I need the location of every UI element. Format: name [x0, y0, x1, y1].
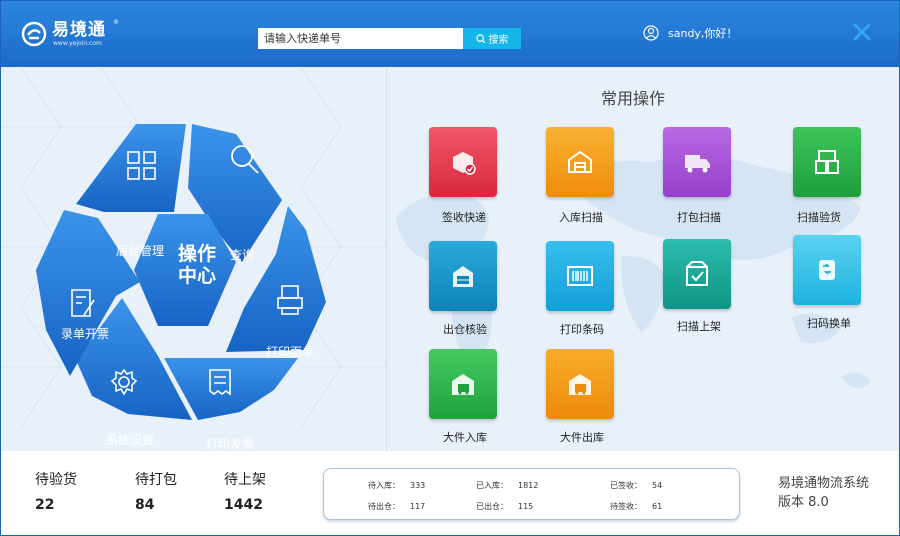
summary-label: 待签收：: [610, 502, 642, 511]
search-button-label: 搜索: [488, 35, 509, 46]
tile-large-inbound-label: 大件入库: [443, 431, 487, 444]
shelf-check-icon: [686, 261, 708, 286]
warehouse-icon: [568, 150, 592, 173]
segment-system-settings-label: 系统设置: [106, 433, 155, 447]
summary-panel: 待入库： 333 已入库： 1812 已签收： 54 待出仓： 117 已出仓： 115 …: [323, 468, 740, 520]
summary-item: 已签收： 54: [610, 480, 662, 491]
logo-mark-icon: [21, 21, 47, 47]
large-inbound-icon: [452, 374, 474, 395]
tile-inbound-scan[interactable]: 入库扫描: [546, 127, 616, 224]
summary-label: 已出仓：: [476, 502, 508, 511]
summary-value: 117: [410, 502, 426, 511]
logo: 易境通 ® www.yejoin.com: [21, 19, 131, 49]
system-version: 版本 8.0: [778, 495, 829, 510]
tile-sign-parcel[interactable]: 签收快递: [429, 127, 499, 224]
summary-value: 54: [652, 481, 663, 490]
center-label-line-2: 中心: [177, 265, 216, 287]
summary-label: 待入库：: [368, 481, 400, 490]
tile-large-inbound[interactable]: 大件入库: [429, 349, 499, 444]
scan-swap-icon: [819, 260, 835, 280]
summary-value: 115: [518, 502, 534, 511]
stat-label: 待验货: [35, 472, 77, 488]
summary-item: 已入库： 1812: [476, 480, 538, 491]
tile-inspect-scan-label: 扫描验货: [797, 211, 841, 224]
logo-url: www.yejoin.com: [53, 40, 102, 47]
operation-center-title: 操作 中心: [171, 243, 223, 287]
status-bar: 待验货 22 待打包 84 待上架 1442 待入库： 333 已入库： 1812 …: [1, 451, 899, 535]
inspect-boxes-icon: [815, 150, 839, 174]
tile-scan-swap-label: 扫码换单: [807, 317, 851, 330]
system-name: 易境通物流系统: [778, 476, 870, 491]
main-panel: 后台管理 查询 打印面单 打印发票 系统设置 录单开票 操作 中心 常用操作 签…: [1, 67, 899, 451]
summary-label: 已签收：: [610, 481, 642, 490]
stat-value: 1442: [224, 497, 263, 513]
panel-divider: [386, 67, 387, 451]
tile-shelf-scan[interactable]: 扫描上架: [663, 239, 733, 333]
stat-label: 待上架: [224, 472, 266, 488]
tile-shelf-scan-label: 扫描上架: [677, 320, 721, 333]
stat-pending-pack: 待打包 84: [135, 469, 177, 513]
summary-label: 已入库：: [476, 481, 508, 490]
tile-sign-parcel-label: 签收快递: [442, 211, 486, 224]
segment-admin-label: 后台管理: [116, 244, 165, 258]
summary-item: 待出仓： 117: [368, 501, 425, 512]
summary-label: 待出仓：: [368, 502, 400, 511]
tile-print-barcode[interactable]: 打印条码: [546, 241, 616, 336]
tile-inspect-scan[interactable]: 扫描验货: [793, 127, 863, 224]
summary-item: 待签收： 61: [610, 501, 662, 512]
tile-inbound-scan-label: 入库扫描: [559, 211, 603, 224]
segment-print-invoice-label: 打印发票: [206, 437, 255, 451]
tile-pack-scan[interactable]: 打包扫描: [663, 127, 733, 224]
user-avatar-icon: [643, 25, 659, 41]
operation-center: 后台管理 查询 打印面单 打印发票 系统设置 录单开票 操作 中心: [36, 120, 326, 451]
top-bar: 易境通 ® www.yejoin.com 搜索 sandy,你好！: [1, 1, 899, 67]
stat-value: 22: [35, 497, 55, 513]
search-icon: [475, 33, 485, 43]
tile-outbound-check-label: 出仓核验: [443, 323, 487, 336]
summary-item: 已出仓： 115: [476, 501, 533, 512]
summary-item: 待入库： 333: [368, 480, 425, 491]
outbound-check-icon: [453, 266, 473, 287]
stat-pending-shelve: 待上架 1442: [224, 469, 266, 513]
tile-outbound-check[interactable]: 出仓核验: [429, 241, 499, 336]
tile-pack-scan-label: 打包扫描: [677, 211, 721, 224]
segment-print-waybill-label: 打印面单: [266, 345, 315, 359]
summary-value: 1812: [518, 481, 539, 490]
close-icon[interactable]: [852, 22, 872, 42]
user-menu[interactable]: sandy,你好！: [643, 25, 737, 41]
barcode-icon: [567, 266, 593, 286]
user-greeting: sandy,你好！: [668, 27, 738, 40]
stat-pending-inspect: 待验货 22: [35, 469, 77, 513]
summary-value: 61: [652, 502, 663, 511]
segment-order-entry-label: 录单开票: [61, 327, 110, 341]
segment-query-label: 查询: [230, 248, 255, 262]
stat-value: 84: [135, 497, 155, 513]
summary-value: 333: [410, 481, 426, 490]
common-ops-title: 常用操作: [601, 89, 666, 108]
parcel-sign-icon: [453, 152, 476, 175]
tracking-number-search-input[interactable]: [258, 28, 463, 49]
logo-registered-mark: ®: [113, 19, 119, 26]
logo-name: 易境通: [52, 20, 106, 40]
center-label-line-1: 操作: [177, 243, 216, 265]
tile-print-barcode-label: 打印条码: [560, 323, 604, 336]
tile-large-outbound[interactable]: 大件出库: [546, 349, 616, 444]
truck-icon: [685, 155, 710, 173]
tile-scan-swap[interactable]: 扫码换单: [793, 235, 863, 330]
search-button[interactable]: 搜索: [463, 28, 521, 49]
large-outbound-icon: [569, 374, 591, 395]
app-window: 易境通 ® www.yejoin.com 搜索 sandy,你好！: [0, 0, 900, 536]
stat-label: 待打包: [135, 472, 177, 488]
tile-large-outbound-label: 大件出库: [560, 431, 604, 444]
